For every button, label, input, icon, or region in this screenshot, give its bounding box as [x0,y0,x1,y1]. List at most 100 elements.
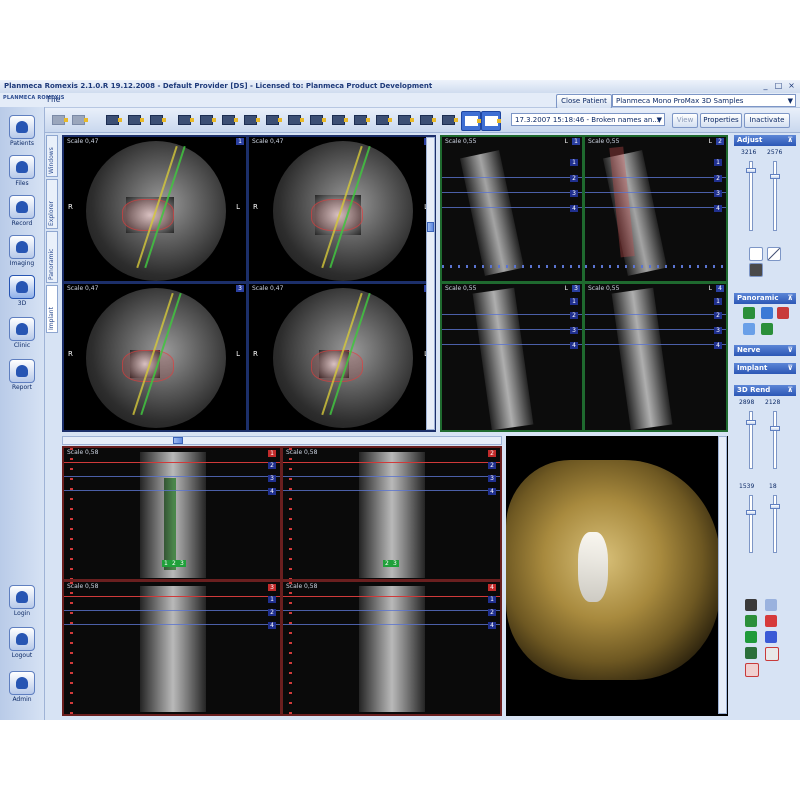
view-2-tool-button[interactable] [125,111,144,129]
render-slider-1[interactable] [746,411,756,469]
layers-tool-button[interactable] [395,111,414,129]
cube-icon[interactable] [745,647,757,659]
adjust-slider-2[interactable] [770,161,780,231]
axial-view-3[interactable]: Scale 0,47 3 R L [64,284,246,430]
nav-patients[interactable]: Patients [4,115,40,147]
green-plane-icon[interactable] [745,631,757,643]
cross-view-4[interactable]: Scale 0,58 4 1 2 4 [283,582,500,714]
cross-scroll-thumb[interactable] [173,437,183,444]
slider-knob[interactable] [770,174,780,179]
tab-windows[interactable]: Windows [46,135,58,177]
2d-view-tool-button[interactable] [329,111,348,129]
3d-render-section-header[interactable]: 3D Rend ⊼ [734,385,796,396]
box-outline-icon[interactable] [745,663,759,677]
tab-implant[interactable]: Implant [46,285,58,333]
maximize-button[interactable]: □ [773,81,784,91]
view-button[interactable]: View [672,113,698,128]
nav-admin[interactable]: Admin [4,671,40,703]
nav-clinic[interactable]: Clinic [4,317,40,349]
cross-view-1[interactable]: Scale 0,58 1 2 3 4 1 2 3 [64,448,280,579]
nav-record[interactable]: Record [4,195,40,227]
cross-scrollbar[interactable] [62,436,502,445]
view-1-tool-button[interactable] [103,111,122,129]
render-person-icon[interactable] [765,599,777,611]
reference-line [64,462,280,463]
bone-filter-icon[interactable] [749,263,763,277]
crop-tool-button[interactable] [373,111,392,129]
nerve-tool-button[interactable] [241,111,260,129]
slice-line [585,192,726,193]
measure-tool-button[interactable] [219,111,238,129]
render-slider-4[interactable] [770,495,780,553]
panoramic-point-icon[interactable] [743,323,755,335]
sagittal-view-3[interactable]: Scale 0,55 L 3 1 2 3 4 [442,284,582,430]
axial-view-1[interactable]: Scale 0,47 1 R L [64,137,246,281]
axial-scrollbar[interactable] [426,137,435,430]
nav-imaging[interactable]: Imaging [4,235,40,267]
adjust-slider-1[interactable] [746,161,756,231]
adjust-section-header[interactable]: Adjust ⊼ [734,135,796,146]
close-patient-button[interactable]: Close Patient [556,94,612,109]
nav-logout[interactable]: Logout [4,627,40,659]
tab-explorer[interactable]: Explorer [46,179,58,229]
render-mode-icon[interactable] [745,599,757,611]
3d-render-view[interactable] [506,436,728,716]
blue-plane-icon[interactable] [765,631,777,643]
red-plane-icon[interactable] [765,615,777,627]
patient-select[interactable]: Planmeca Mono ProMax 3D Samples ▼ [612,94,796,107]
redo-tool-button[interactable] [69,111,88,129]
axial-view-2[interactable]: Scale 0,47 2 R L [249,137,434,281]
rotate-tool-button[interactable] [285,111,304,129]
export-tool-button[interactable] [417,111,436,129]
panorama-tool-button[interactable] [351,111,370,129]
render-slider-3[interactable] [746,495,756,553]
pointer-tool-button[interactable] [461,111,481,131]
slice-tool-button[interactable] [307,111,326,129]
3d-scrollbar[interactable] [718,436,727,714]
sagittal-view-4[interactable]: Scale 0,55 L 4 1 2 3 4 [585,284,726,430]
menu-file[interactable]: File [47,95,60,104]
minimize-button[interactable]: _ [760,81,771,91]
view-number: 4 [716,285,724,292]
zoom-tool-button[interactable] [481,111,501,131]
panoramic-section-header[interactable]: Panoramic ⊼ [734,293,796,304]
properties-button[interactable]: Properties [700,113,742,128]
slider-knob[interactable] [770,504,780,509]
annotate-tool-button[interactable] [263,111,282,129]
implant-section-header[interactable]: Implant ⊽ [734,363,796,374]
cross-view-3[interactable]: Scale 0,58 3 1 2 4 [64,582,280,714]
panoramic-delete-icon[interactable] [777,307,789,319]
nerve-section-header[interactable]: Nerve ⊽ [734,345,796,356]
reset-view-icon[interactable] [765,647,779,661]
slider-knob[interactable] [746,420,756,425]
orientation-r: R [68,203,73,211]
cut-plane-icon[interactable] [745,615,757,627]
panoramic-curve-icon[interactable] [743,307,755,319]
undo-tool-button[interactable] [49,111,68,129]
nav-files[interactable]: Files [4,155,40,187]
skull-icon[interactable] [749,247,763,261]
cross-view-2[interactable]: Scale 0,58 2 2 3 4 2 3 [283,448,500,579]
nav-report[interactable]: Report [4,359,40,391]
sagittal-view-1[interactable]: Scale 0,55 L 1 1 2 3 4 [442,137,582,281]
panoramic-edit-icon[interactable] [761,307,773,319]
panoramic-move-icon[interactable] [761,323,773,335]
close-window-button[interactable]: × [786,81,797,91]
contrast-line-icon[interactable] [767,247,781,261]
sagittal-view-2[interactable]: Scale 0,55 L 2 1 2 3 4 [585,137,726,281]
nav-3d[interactable]: 3D [4,275,40,307]
print-tool-button[interactable] [439,111,458,129]
nav-login[interactable]: Login [4,585,40,617]
slider-knob[interactable] [770,426,780,431]
implant-tool-button[interactable] [175,111,194,129]
slider-knob[interactable] [746,168,756,173]
axial-scroll-thumb[interactable] [427,222,434,232]
study-select[interactable]: 17.3.2007 15:18:46 - Broken names an... … [511,113,665,126]
axial-view-4[interactable]: Scale 0,47 4 R L [249,284,434,430]
drill-tool-button[interactable] [197,111,216,129]
inactivate-button[interactable]: Inactivate [744,113,790,128]
view-3-tool-button[interactable] [147,111,166,129]
slider-knob[interactable] [746,510,756,515]
tab-panoramic[interactable]: Panoramic [46,231,58,283]
render-slider-2[interactable] [770,411,780,469]
